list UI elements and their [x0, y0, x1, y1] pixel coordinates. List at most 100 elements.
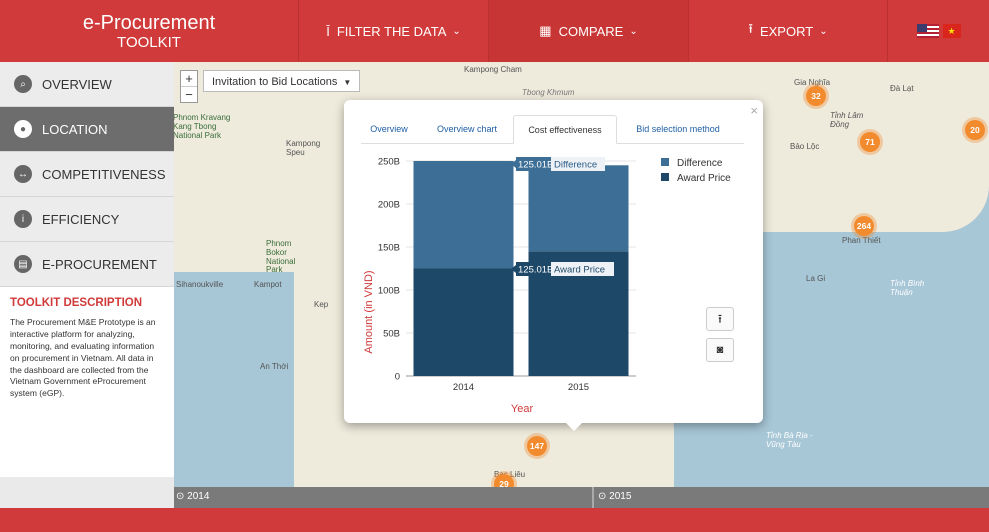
caret-down-icon: ▼ [343, 78, 352, 87]
check-circle-icon: ⊙ [598, 491, 607, 502]
x-tick-label: 2015 [568, 382, 589, 393]
zoom-control: + − [180, 70, 198, 103]
document-icon: ▤ [14, 255, 32, 273]
chevron-down-icon: ⌄ [629, 25, 638, 37]
timeline-bar: ⊙ 2014 ⊙ 2015 [174, 487, 989, 508]
bar-award-price-2014[interactable] [413, 268, 514, 376]
tooltip-award-value: 125.01B [518, 265, 553, 276]
y-axis-label: Amount (in VND) [363, 270, 375, 353]
map-label: Kampot [254, 280, 282, 289]
legend-swatch-difference [661, 158, 669, 166]
chevron-down-icon: ⌄ [819, 25, 828, 37]
map-label: Sihanoukville [176, 280, 224, 289]
map-label: Tỉnh Bà Rịa - Vũng Tàu [766, 431, 813, 449]
map-cluster-marker[interactable]: 29 [494, 474, 514, 487]
filter-label: FILTER THE DATA [336, 23, 447, 39]
cost-effectiveness-chart: 0 50B 100B 150B 200B 250B 2014 2015 Amount (in… [363, 157, 731, 416]
tooltip-difference-label: Difference [554, 160, 597, 171]
map-cluster-marker[interactable]: 20 [965, 120, 985, 140]
map-label: Kep [314, 300, 329, 309]
map-label: Đà Lạt [890, 84, 914, 93]
y-tick-label: 200B [378, 200, 400, 211]
map-cluster-marker[interactable]: 32 [806, 86, 826, 106]
map-water-gulf [174, 272, 294, 487]
vietnam-flag-icon[interactable]: ★ [942, 24, 961, 38]
map-label: Phnom Kravang Kang Tbong National Park [174, 113, 231, 140]
map-cluster-marker[interactable]: 264 [854, 216, 874, 236]
description-title: TOOLKIT DESCRIPTION [10, 297, 143, 309]
legend-label-award-price[interactable]: Award Price [677, 173, 731, 184]
check-circle-icon: ⊙ [176, 491, 185, 502]
y-tick-label: 100B [378, 286, 400, 297]
map-label: Tỉnh Lâm Đồng [830, 111, 864, 129]
sidebar-item-efficiency[interactable]: i EFFICIENCY [0, 197, 174, 242]
search-icon: ⌕ [14, 75, 32, 93]
y-tick-label: 50B [383, 329, 400, 340]
arrows-icon: ↔ [14, 165, 32, 183]
camera-icon: ◙ [716, 344, 724, 356]
filter-data-button[interactable]: Ī FILTER THE DATA ⌄ [298, 0, 488, 62]
us-flag-icon[interactable] [916, 24, 939, 38]
legend-label-difference[interactable]: Difference [677, 158, 723, 169]
x-tick-label: 2014 [453, 382, 474, 393]
bar-difference-2014[interactable] [413, 160, 514, 269]
y-tick-label: 0 [395, 372, 400, 383]
map-label: La Gi [806, 274, 826, 283]
map-pin-icon: ● [14, 120, 32, 138]
footer-bar [0, 508, 989, 532]
tooltip-difference: 125.01B Difference [511, 157, 605, 171]
zoom-out-button[interactable]: − [181, 86, 197, 102]
y-tick-label: 150B [378, 243, 400, 254]
app-subtitle: TOOLKIT [117, 33, 181, 51]
tooltip-award-price: 125.01B Award Price [511, 262, 614, 276]
location-popup: × Overview Overview chart Cost effective… [344, 100, 763, 431]
compare-label: COMPARE [558, 23, 624, 39]
timeline-item-2015[interactable]: ⊙ 2015 [598, 491, 631, 502]
map-label: Phan Thiết [842, 236, 881, 245]
chevron-down-icon: ⌄ [452, 25, 461, 37]
map-cluster-marker[interactable]: 147 [527, 436, 547, 456]
upload-icon: ⭱ [717, 312, 723, 326]
x-axis-label: Year [511, 403, 534, 415]
map-label: Bảo Lộc [790, 142, 820, 151]
export-button[interactable]: ⭱ EXPORT ⌄ [688, 0, 887, 62]
y-tick-label: 250B [378, 157, 400, 168]
map-label: Tỉnh Bình Thuận [890, 279, 925, 297]
chart-snapshot-button[interactable]: ◙ [706, 338, 734, 362]
sidebar-item-location[interactable]: ● LOCATION [0, 107, 174, 152]
map-label: Kampong Cham [464, 65, 522, 74]
language-switcher: ★ [887, 0, 989, 62]
top-navigation-bar: e-Procurement TOOLKIT Ī FILTER THE DATA … [0, 0, 989, 62]
legend: Difference Award Price [661, 158, 731, 184]
map-label: Tbong Khmum [522, 88, 575, 97]
sidebar-item-label: EFFICIENCY [42, 211, 120, 227]
grid-icon: ▦ [539, 23, 552, 38]
bar-difference-2015[interactable] [528, 165, 629, 252]
tooltip-difference-value: 125.01B [518, 160, 553, 171]
timeline-label: 2014 [187, 491, 210, 502]
filter-icon: Ī [326, 23, 330, 39]
compare-button[interactable]: ▦ COMPARE ⌄ [488, 0, 688, 62]
map-cluster-marker[interactable]: 71 [860, 132, 880, 152]
sidebar-item-competitiveness[interactable]: ↔ COMPETITIVENESS [0, 152, 174, 197]
timeline-item-2014[interactable]: ⊙ 2014 [176, 491, 209, 502]
description-text: The Procurement M&E Prototype is an inte… [10, 317, 156, 399]
sidebar-item-label: E-PROCUREMENT [42, 256, 157, 272]
map-label: Kampong Speu [286, 139, 321, 157]
chart-export-button[interactable]: ⭱ [706, 307, 734, 331]
map-label: An Thới [260, 362, 289, 371]
brand-logo[interactable]: e-Procurement TOOLKIT [0, 0, 298, 62]
app-title: e-Procurement [82, 11, 216, 34]
timeline-divider [592, 487, 594, 508]
export-label: EXPORT [759, 23, 814, 39]
sidebar-item-label: COMPETITIVENESS [42, 166, 166, 182]
toolkit-description: TOOLKIT DESCRIPTION The Procurement M&E … [0, 287, 174, 477]
zoom-in-button[interactable]: + [181, 71, 197, 86]
map-label: Phnom Bokor National Park [266, 239, 296, 275]
layer-select-label: Invitation to Bid Locations [212, 76, 338, 88]
layer-select-dropdown[interactable]: Invitation to Bid Locations ▼ [203, 70, 361, 92]
sidebar-item-label: OVERVIEW [42, 76, 112, 92]
sidebar-item-overview[interactable]: ⌕ OVERVIEW [0, 62, 174, 107]
sidebar-item-e-procurement[interactable]: ▤ E-PROCUREMENT [0, 242, 174, 287]
legend-swatch-award-price [661, 173, 669, 181]
